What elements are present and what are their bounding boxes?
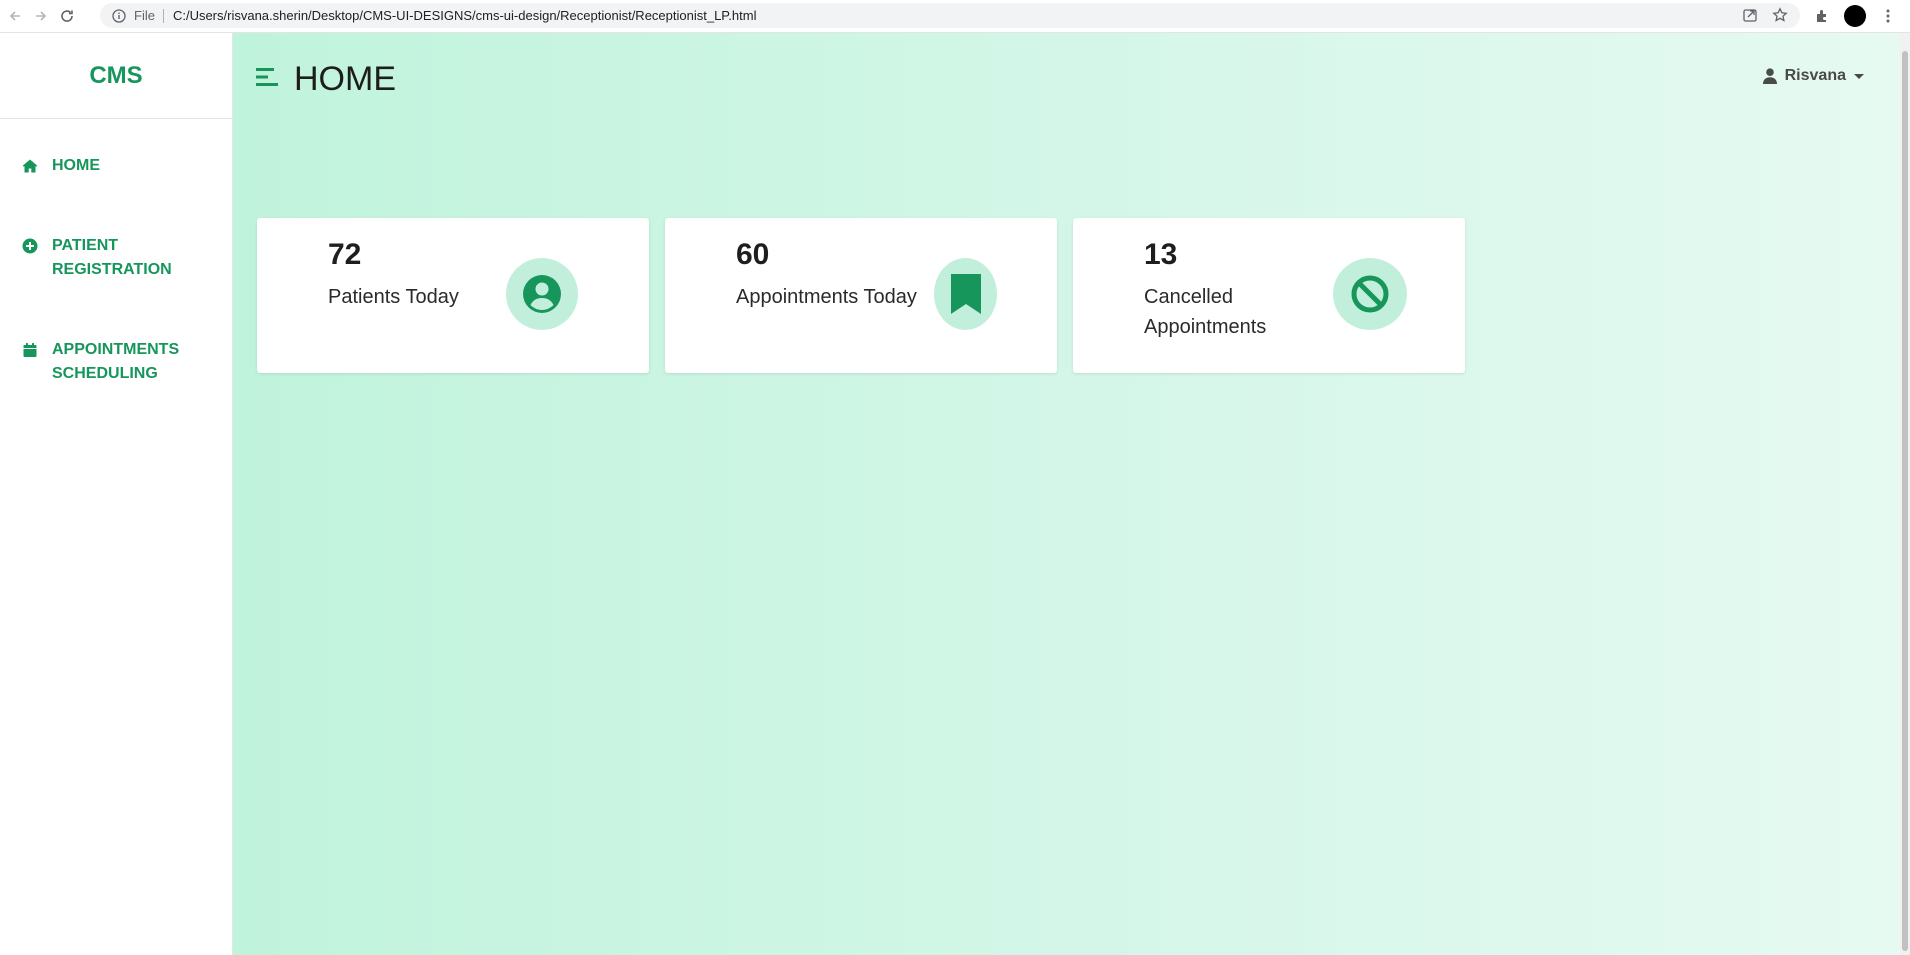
sidebar-item-appointments-scheduling[interactable]: APPOINTMENTS SCHEDULING bbox=[22, 338, 212, 386]
reload-icon bbox=[61, 10, 73, 22]
calendar-icon bbox=[23, 343, 37, 357]
page-scrollbar[interactable] bbox=[1900, 33, 1910, 955]
user-icon bbox=[1762, 68, 1777, 84]
profile-avatar[interactable] bbox=[1844, 5, 1866, 27]
sidebar-item-home[interactable]: HOME bbox=[22, 154, 212, 178]
stat-value: 13 bbox=[1144, 238, 1178, 271]
url-text[interactable]: C:/Users/risvana.sherin/Desktop/CMS-UI-D… bbox=[173, 8, 757, 23]
share-icon[interactable] bbox=[1742, 7, 1758, 23]
page-title: HOME bbox=[294, 60, 396, 98]
stat-icon-badge bbox=[934, 258, 997, 330]
more-vertical-icon[interactable] bbox=[1880, 8, 1896, 24]
stat-card-patients-today: 72 Patients Today bbox=[257, 218, 649, 373]
stat-card-cancelled-appointments: 13 Cancelled Appointments bbox=[1073, 218, 1465, 373]
sidebar-item-label: APPOINTMENTS SCHEDULING bbox=[52, 341, 180, 382]
forward-button[interactable] bbox=[30, 5, 52, 27]
menu-toggle-icon[interactable] bbox=[256, 67, 280, 87]
stat-label: Patients Today bbox=[328, 286, 459, 308]
info-icon[interactable] bbox=[112, 8, 126, 23]
file-scheme-label: File bbox=[134, 8, 164, 23]
stat-icon-badge bbox=[506, 258, 578, 330]
browser-toolbar: File C:/Users/risvana.sherin/Desktop/CMS… bbox=[0, 0, 1910, 33]
star-icon[interactable] bbox=[1772, 7, 1788, 23]
stat-value: 72 bbox=[328, 238, 362, 271]
stat-label: Cancelled Appointments bbox=[1144, 286, 1267, 338]
chevron-down-icon bbox=[1854, 73, 1864, 79]
sidebar-item-label: HOME bbox=[52, 157, 100, 174]
reload-button[interactable] bbox=[56, 5, 78, 27]
scrollbar-thumb[interactable] bbox=[1902, 51, 1908, 951]
stat-value: 60 bbox=[736, 238, 770, 271]
sidebar-item-patient-registration[interactable]: PATIENT REGISTRATION bbox=[22, 234, 212, 282]
user-name: Risvana bbox=[1784, 67, 1846, 84]
ban-icon bbox=[1351, 275, 1389, 313]
extensions-icon[interactable] bbox=[1814, 8, 1830, 24]
brand-logo[interactable]: CMS bbox=[0, 33, 232, 119]
stat-card-appointments-today: 60 Appointments Today bbox=[665, 218, 1057, 373]
stat-label: Appointments Today bbox=[736, 286, 917, 308]
stat-icon-badge bbox=[1333, 258, 1407, 330]
arrow-right-icon bbox=[36, 11, 47, 21]
user-dropdown[interactable]: Risvana bbox=[1762, 67, 1864, 85]
arrow-left-icon bbox=[9, 11, 20, 21]
user-circle-icon bbox=[523, 275, 561, 313]
back-button[interactable] bbox=[4, 5, 26, 27]
sidebar-item-label: PATIENT REGISTRATION bbox=[52, 237, 172, 278]
sidebar: CMS HOME PATIENT REGISTRATION APPOINTMEN… bbox=[0, 33, 233, 955]
address-bar[interactable]: File C:/Users/risvana.sherin/Desktop/CMS… bbox=[100, 3, 1800, 28]
bookmark-icon bbox=[950, 274, 981, 314]
main-content: HOME Risvana 72 Patients Today 60 Appoin… bbox=[233, 33, 1900, 955]
plus-circle-icon bbox=[22, 238, 38, 254]
home-icon bbox=[22, 159, 38, 173]
